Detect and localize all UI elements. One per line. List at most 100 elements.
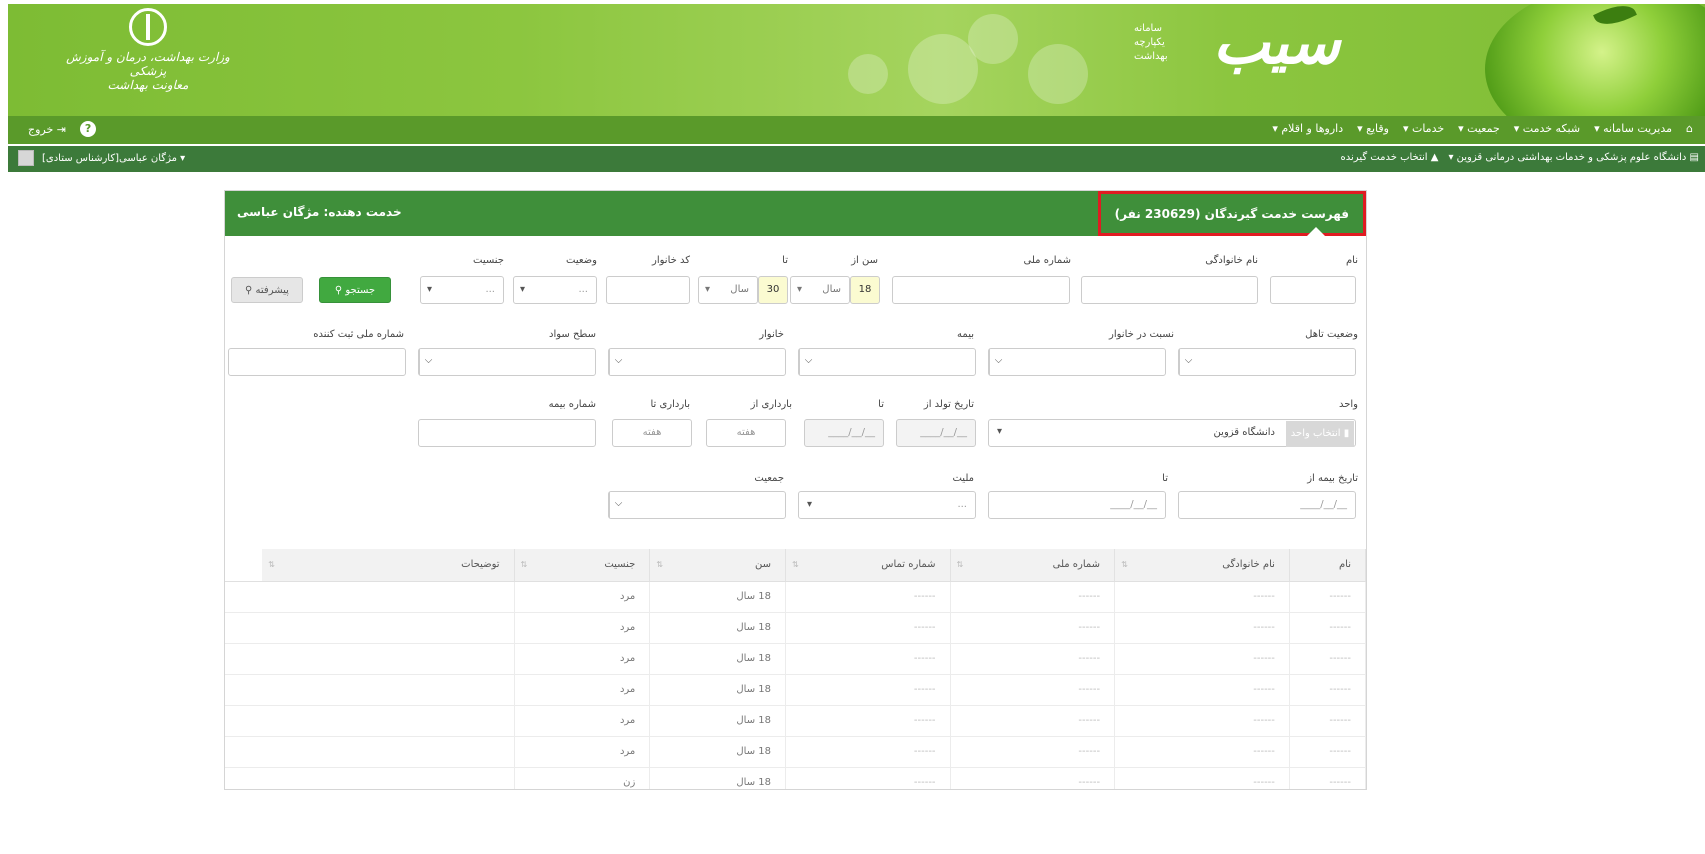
menu-drugs[interactable]: داروها و اقلام ▾ (1272, 122, 1343, 135)
family-code-input[interactable] (606, 276, 690, 304)
column-header-age[interactable]: سن ⇅ (649, 549, 787, 582)
age-from-unit-select[interactable]: سال ▾ (790, 276, 850, 304)
exit-link[interactable]: ⇥ خروج (28, 123, 66, 136)
age-from-input[interactable]: 18 (850, 276, 880, 304)
exit-label: خروج (28, 122, 54, 136)
table-gap-cell (225, 705, 263, 737)
age-from-label: سن از (851, 255, 878, 266)
column-header-first-name[interactable]: نام (1289, 549, 1366, 582)
unit-select[interactable]: ▮ انتخاب واحد دانشگاه قزوین ▾ (988, 419, 1356, 447)
home-icon[interactable]: ⌂ (1686, 122, 1693, 135)
national-id-input[interactable] (892, 276, 1070, 304)
column-header-phone[interactable]: شماره تماس ⇅ (785, 549, 951, 582)
ministry-name: وزارت بهداشت، درمان و آموزش پزشکی (66, 50, 230, 78)
age-to-unit-select[interactable]: سال ▾ (698, 276, 758, 304)
advanced-label: پیشرفته (255, 285, 289, 296)
table-row[interactable]: ------ ------ ------ ------ 18 سال مرد (225, 736, 1366, 768)
dropdown-caret-icon: ▾ (705, 284, 711, 295)
panel-title-tab[interactable]: فهرست خدمت گیرندگان (230629 نفر) (1097, 191, 1366, 236)
table-row[interactable]: ------ ------ ------ ------ 18 سال مرد (225, 612, 1366, 644)
table-cell: زن (514, 767, 651, 789)
age-to-input[interactable]: 30 (758, 276, 788, 304)
panel-title: فهرست خدمت گیرندگان (230629 نفر) (1114, 206, 1349, 221)
menu-population[interactable]: جمعیت ▾ (1458, 122, 1500, 135)
menu-system-management[interactable]: مدیریت سامانه ▾ (1594, 122, 1672, 135)
insurance-date-to-input[interactable]: __/__/____ (988, 491, 1166, 519)
apple-image (1485, 4, 1705, 116)
dropdown-caret-icon: ▾ (520, 284, 526, 295)
search-icon: ⚲ (334, 285, 343, 296)
avatar[interactable] (18, 150, 34, 166)
table-cell: ------ (785, 643, 951, 675)
university-selector[interactable]: ▤ دانشگاه علوم پزشکی و خدمات بهداشتی درم… (1448, 152, 1699, 163)
column-header-gender[interactable]: جنسیت ⇅ (514, 549, 651, 582)
last-name-input[interactable] (1081, 276, 1258, 304)
service-receivers-table: نام نام خانوادگی ⇅ شماره ملی ⇅ شماره تماس ⇅… (225, 549, 1366, 789)
table-row[interactable]: ------ ------ ------ ------ 18 سال مرد (225, 705, 1366, 737)
menu-service-network[interactable]: شبکه خدمت ▾ (1514, 122, 1580, 135)
service-receivers-panel: فهرست خدمت گیرندگان (230629 نفر) خدمت ده… (224, 190, 1367, 790)
gender-value: ... (485, 284, 495, 295)
population-select[interactable]: ⌵ (608, 491, 786, 519)
search-button[interactable]: ⚲ جستجو (319, 277, 391, 303)
first-name-input[interactable] (1270, 276, 1356, 304)
column-header-last-name[interactable]: نام خانوادگی ⇅ (1114, 549, 1290, 582)
menu-services[interactable]: خدمات ▾ (1403, 122, 1444, 135)
table-cell: ------ (950, 643, 1116, 675)
help-icon[interactable]: ? (80, 121, 97, 137)
user-menu[interactable]: مژگان عباسی[کارشناس ستادی] ▾ (42, 153, 185, 164)
gender-select[interactable]: ... ▾ (420, 276, 504, 304)
table-cell: ------ (1114, 581, 1290, 613)
first-name-label: نام (1345, 255, 1358, 266)
chevron-down-icon: ⌵ (799, 349, 817, 375)
household-select[interactable]: ⌵ (608, 348, 786, 376)
table-cell: ------ (1289, 581, 1366, 613)
column-header-national-id[interactable]: شماره ملی ⇅ (950, 549, 1116, 582)
table-row[interactable]: ------ ------ ------ ------ 18 سال مرد (225, 581, 1366, 613)
registrar-id-input[interactable] (228, 348, 406, 376)
menu-events[interactable]: وقایع ▾ (1357, 122, 1389, 135)
dropdown-caret-icon: ▾ (797, 284, 803, 295)
table-cell: مرد (514, 643, 651, 675)
table-cell: ------ (950, 705, 1116, 737)
select-unit-button[interactable]: ▮ انتخاب واحد (1286, 421, 1354, 447)
table-cell: مرد (514, 674, 651, 706)
table-row[interactable]: ------ ------ ------ ------ 18 سال زن (225, 767, 1366, 789)
table-gap-cell (225, 643, 263, 675)
pregnancy-to-input[interactable]: هفته (612, 419, 692, 447)
birth-date-to-input[interactable]: __/__/____ (804, 419, 884, 447)
nationality-select[interactable]: ... ▾ (798, 491, 976, 519)
relation-select[interactable]: ⌵ (988, 348, 1166, 376)
sib-logo: سیب (1213, 8, 1341, 78)
table-cell: مرد (514, 736, 651, 768)
university-name: دانشگاه علوم پزشکی و خدمات بهداشتی درمان… (1448, 152, 1687, 163)
literacy-select[interactable]: ⌵ (418, 348, 596, 376)
nationality-value: ... (957, 499, 967, 510)
literacy-label: سطح سواد (549, 329, 596, 340)
birth-date-from-input[interactable]: __/__/____ (896, 419, 976, 447)
status-select[interactable]: ... ▾ (513, 276, 597, 304)
table-cell: ------ (950, 736, 1116, 768)
table-row[interactable]: ------ ------ ------ ------ 18 سال مرد (225, 643, 1366, 675)
header-label: شماره تماس (881, 559, 936, 571)
pregnancy-from-input[interactable]: هفته (706, 419, 786, 447)
table-cell: 18 سال (649, 736, 787, 768)
table-cell: ------ (1289, 736, 1366, 768)
column-header-notes[interactable]: توضیحات ⇅ (262, 549, 515, 582)
table-cell (262, 674, 515, 706)
select-service-receiver[interactable]: ▲ انتخاب خدمت گیرنده (1341, 152, 1439, 163)
table-cell: 18 سال (649, 612, 787, 644)
table-cell: 18 سال (649, 705, 787, 737)
table-cell: مرد (514, 581, 651, 613)
nationality-label: ملیت (952, 473, 974, 484)
insurance-select[interactable]: ⌵ (798, 348, 976, 376)
insurance-date-from-input[interactable]: __/__/____ (1178, 491, 1356, 519)
insurance-label: بیمه (957, 329, 974, 340)
header-label: توضیحات (461, 559, 500, 571)
insurance-no-input[interactable] (418, 419, 596, 447)
advanced-search-button[interactable]: ⚲ پیشرفته (231, 277, 303, 303)
table-row[interactable]: ------ ------ ------ ------ 18 سال مرد (225, 674, 1366, 706)
birth-to-label: تا (878, 399, 884, 410)
marital-status-select[interactable]: ⌵ (1178, 348, 1356, 376)
table-cell: ------ (950, 581, 1116, 613)
